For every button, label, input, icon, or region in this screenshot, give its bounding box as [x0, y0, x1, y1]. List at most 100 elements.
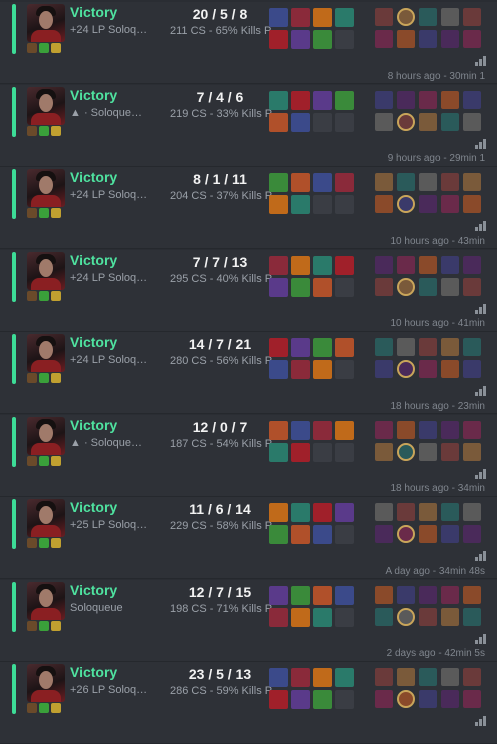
- player-champion-avatar[interactable]: [375, 30, 393, 48]
- item-icon[interactable]: [291, 173, 310, 192]
- player-champion-avatar[interactable]: [441, 255, 459, 274]
- player-champion-avatar[interactable]: [419, 607, 437, 626]
- item-icon[interactable]: [291, 195, 310, 214]
- player-self-avatar[interactable]: [397, 277, 415, 296]
- player-champion-avatar[interactable]: [397, 668, 415, 686]
- player-champion-avatar[interactable]: [463, 338, 481, 356]
- player-champion-avatar[interactable]: [419, 195, 437, 213]
- item-icon[interactable]: [269, 585, 288, 605]
- details-graph-icon[interactable]: [475, 138, 487, 149]
- item-icon[interactable]: [291, 30, 310, 49]
- player-champion-avatar[interactable]: [463, 90, 481, 109]
- item-icon[interactable]: [335, 90, 354, 110]
- item-icon[interactable]: [313, 90, 332, 110]
- item-icon[interactable]: [335, 30, 354, 49]
- player-champion-avatar[interactable]: [463, 112, 481, 131]
- player-champion-avatar[interactable]: [419, 30, 437, 48]
- item-icon[interactable]: [269, 277, 288, 297]
- item-icon[interactable]: [269, 255, 288, 275]
- item-icon[interactable]: [269, 525, 288, 544]
- item-icon[interactable]: [335, 277, 354, 297]
- player-champion-avatar[interactable]: [419, 585, 437, 604]
- item-icon[interactable]: [291, 8, 310, 27]
- player-champion-avatar[interactable]: [397, 30, 415, 48]
- item-icon[interactable]: [269, 338, 288, 357]
- item-icon[interactable]: [335, 8, 354, 27]
- item-icon[interactable]: [269, 668, 288, 687]
- player-champion-avatar[interactable]: [463, 585, 481, 604]
- player-champion-avatar[interactable]: [375, 607, 393, 626]
- item-icon[interactable]: [313, 585, 332, 605]
- details-graph-icon[interactable]: [475, 56, 487, 66]
- item-icon[interactable]: [291, 525, 310, 544]
- player-champion-avatar[interactable]: [375, 585, 393, 604]
- player-champion-avatar[interactable]: [375, 503, 393, 521]
- player-champion-avatar[interactable]: [441, 173, 459, 191]
- item-icon[interactable]: [335, 173, 354, 192]
- player-self-avatar[interactable]: [397, 607, 415, 626]
- player-champion-avatar[interactable]: [463, 173, 481, 191]
- player-champion-avatar[interactable]: [441, 503, 459, 521]
- item-icon[interactable]: [269, 503, 288, 522]
- item-icon[interactable]: [335, 585, 354, 605]
- item-icon[interactable]: [335, 255, 354, 275]
- player-champion-avatar[interactable]: [441, 195, 459, 213]
- player-champion-avatar[interactable]: [397, 585, 415, 604]
- item-icon[interactable]: [269, 90, 288, 110]
- player-self-avatar[interactable]: [397, 442, 415, 461]
- player-champion-avatar[interactable]: [463, 30, 481, 48]
- player-champion-avatar[interactable]: [441, 442, 459, 461]
- player-champion-avatar[interactable]: [375, 173, 393, 191]
- item-icon[interactable]: [335, 525, 354, 544]
- item-icon[interactable]: [335, 607, 354, 627]
- player-champion-avatar[interactable]: [463, 525, 481, 543]
- player-champion-avatar[interactable]: [397, 420, 415, 439]
- details-graph-icon[interactable]: [475, 303, 487, 314]
- player-champion-avatar[interactable]: [441, 525, 459, 543]
- item-icon[interactable]: [291, 442, 310, 462]
- item-icon[interactable]: [269, 690, 288, 709]
- player-champion-avatar[interactable]: [397, 338, 415, 356]
- item-icon[interactable]: [335, 195, 354, 214]
- player-champion-avatar[interactable]: [375, 277, 393, 296]
- player-champion-avatar[interactable]: [419, 503, 437, 521]
- item-icon[interactable]: [269, 420, 288, 440]
- item-icon[interactable]: [313, 173, 332, 192]
- item-icon[interactable]: [313, 668, 332, 687]
- item-icon[interactable]: [291, 277, 310, 297]
- player-champion-avatar[interactable]: [375, 90, 393, 109]
- player-champion-avatar[interactable]: [375, 668, 393, 686]
- player-self-avatar[interactable]: [397, 195, 415, 213]
- item-icon[interactable]: [269, 607, 288, 627]
- item-icon[interactable]: [313, 503, 332, 522]
- item-icon[interactable]: [269, 173, 288, 192]
- player-self-avatar[interactable]: [397, 8, 415, 26]
- player-champion-avatar[interactable]: [375, 338, 393, 356]
- item-icon[interactable]: [313, 525, 332, 544]
- player-champion-avatar[interactable]: [441, 668, 459, 686]
- player-champion-avatar[interactable]: [463, 255, 481, 274]
- item-icon[interactable]: [269, 30, 288, 49]
- item-icon[interactable]: [313, 607, 332, 627]
- details-graph-icon[interactable]: [475, 468, 487, 479]
- player-champion-avatar[interactable]: [397, 503, 415, 521]
- player-champion-avatar[interactable]: [419, 277, 437, 296]
- player-champion-avatar[interactable]: [441, 690, 459, 708]
- item-icon[interactable]: [291, 420, 310, 440]
- player-champion-avatar[interactable]: [397, 90, 415, 109]
- item-icon[interactable]: [269, 442, 288, 462]
- item-icon[interactable]: [313, 112, 332, 132]
- player-champion-avatar[interactable]: [419, 112, 437, 131]
- player-champion-avatar[interactable]: [441, 338, 459, 356]
- player-self-avatar[interactable]: [397, 112, 415, 131]
- player-champion-avatar[interactable]: [463, 420, 481, 439]
- player-champion-avatar[interactable]: [441, 112, 459, 131]
- player-self-avatar[interactable]: [397, 690, 415, 708]
- player-champion-avatar[interactable]: [441, 30, 459, 48]
- details-graph-icon[interactable]: [475, 386, 487, 396]
- item-icon[interactable]: [335, 112, 354, 132]
- player-champion-avatar[interactable]: [375, 8, 393, 26]
- player-champion-avatar[interactable]: [419, 525, 437, 543]
- item-icon[interactable]: [313, 277, 332, 297]
- details-graph-icon[interactable]: [475, 633, 487, 644]
